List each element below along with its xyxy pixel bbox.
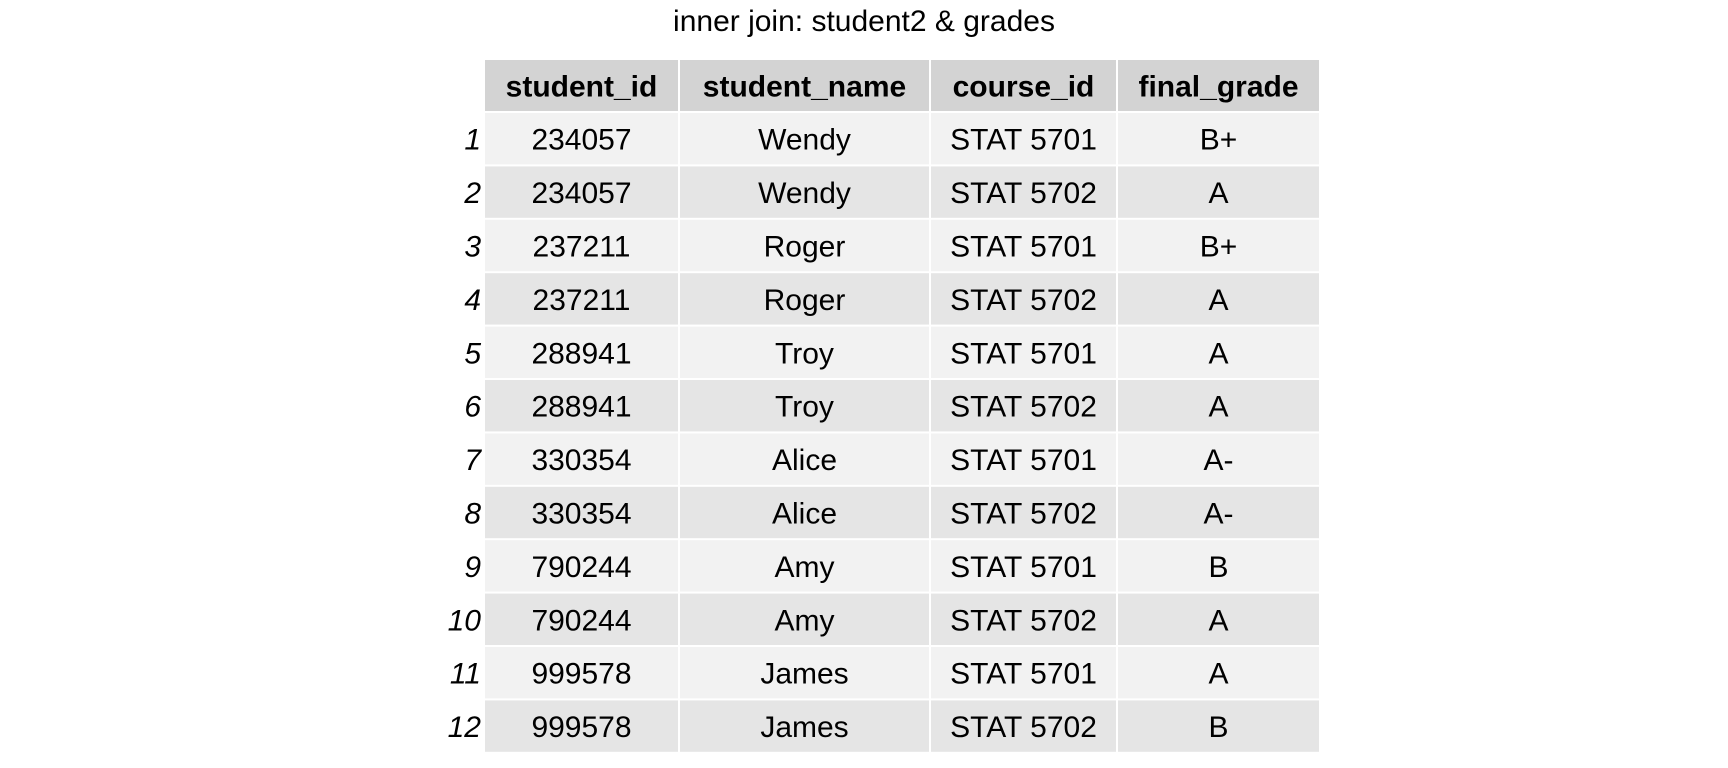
table-cell-student-name: Troy: [775, 391, 834, 424]
column-header-course-id: course_id: [953, 71, 1095, 104]
table-cell-student-id: 790244: [531, 551, 631, 584]
table-cell-student-name: Wendy: [758, 177, 851, 210]
table-cell-student-name: Roger: [764, 231, 846, 264]
table-cell-course-id: STAT 5701: [950, 658, 1097, 691]
table-title: inner join: student2 & grades: [673, 5, 1055, 38]
table-cell-course-id: STAT 5701: [950, 337, 1097, 370]
table-cell-final-grade: A: [1208, 284, 1228, 317]
row-label: 4: [464, 284, 481, 317]
table-cell-student-id: 234057: [531, 124, 631, 157]
table-cell-final-grade: B+: [1200, 231, 1238, 264]
table-cell-final-grade: B: [1208, 551, 1228, 584]
table-cell-course-id: STAT 5702: [950, 498, 1097, 531]
table-cell-student-name: James: [760, 711, 848, 744]
table-cell-student-name: Wendy: [758, 124, 851, 157]
table-cell-course-id: STAT 5702: [950, 604, 1097, 637]
table-cell-student-name: Roger: [764, 284, 846, 317]
row-label: 8: [464, 498, 481, 531]
table-cell-final-grade: A: [1208, 604, 1228, 637]
table-cell-student-name: Alice: [772, 498, 837, 531]
table-cell-student-id: 288941: [531, 391, 631, 424]
table-cell-student-id: 790244: [531, 604, 631, 637]
table-cell-student-id: 237211: [533, 284, 631, 317]
column-header-final-grade: final_grade: [1138, 71, 1298, 104]
table-cell-final-grade: B: [1208, 711, 1228, 744]
row-label: 1: [464, 124, 481, 157]
table-cell-student-id: 234057: [531, 177, 631, 210]
row-label: 11: [450, 658, 481, 691]
table-cell-student-id: 330354: [531, 498, 631, 531]
table-cell-final-grade: A: [1208, 337, 1228, 370]
row-label: 9: [464, 551, 481, 584]
table-cell-student-name: Alice: [772, 444, 837, 477]
table-cell-course-id: STAT 5701: [950, 124, 1097, 157]
table-cell-student-name: Amy: [775, 551, 835, 584]
row-label: 2: [463, 177, 481, 210]
column-header-student-name: student_name: [703, 71, 906, 104]
table-cell-course-id: STAT 5702: [950, 391, 1097, 424]
row-label: 5: [464, 337, 481, 370]
table-cell-student-name: Amy: [775, 604, 835, 637]
table-cell-course-id: STAT 5702: [950, 177, 1097, 210]
table-cell-final-grade: A-: [1204, 498, 1234, 531]
data-table: student_id student_name course_id final_gra…: [448, 60, 1319, 752]
table-cell-student-id: 237211: [533, 231, 631, 264]
column-header-student-id: student_id: [506, 71, 658, 104]
row-label: 12: [448, 711, 482, 744]
table-cell-student-id: 999578: [531, 711, 631, 744]
table-cell-student-name: Troy: [775, 337, 834, 370]
row-label: 3: [464, 231, 481, 264]
table-cell-student-id: 288941: [531, 337, 631, 370]
row-label: 7: [464, 444, 482, 477]
table-cell-final-grade: B+: [1200, 124, 1238, 157]
table-cell-final-grade: A: [1208, 658, 1228, 691]
table-cell-student-id: 999578: [531, 658, 631, 691]
table-cell-final-grade: A-: [1204, 444, 1234, 477]
table-cell-course-id: STAT 5702: [950, 284, 1097, 317]
table-figure: inner join: student2 & grades student_id…: [0, 0, 1728, 768]
table-cell-student-name: James: [760, 658, 848, 691]
table-cell-course-id: STAT 5701: [950, 231, 1097, 264]
table-cell-course-id: STAT 5702: [950, 711, 1097, 744]
table-cell-course-id: STAT 5701: [950, 444, 1097, 477]
row-label: 6: [464, 391, 481, 424]
table-cell-final-grade: A: [1208, 391, 1228, 424]
table-cell-course-id: STAT 5701: [950, 551, 1097, 584]
table-cell-student-id: 330354: [531, 444, 631, 477]
table-cell-final-grade: A: [1208, 177, 1228, 210]
row-label: 10: [448, 604, 482, 637]
